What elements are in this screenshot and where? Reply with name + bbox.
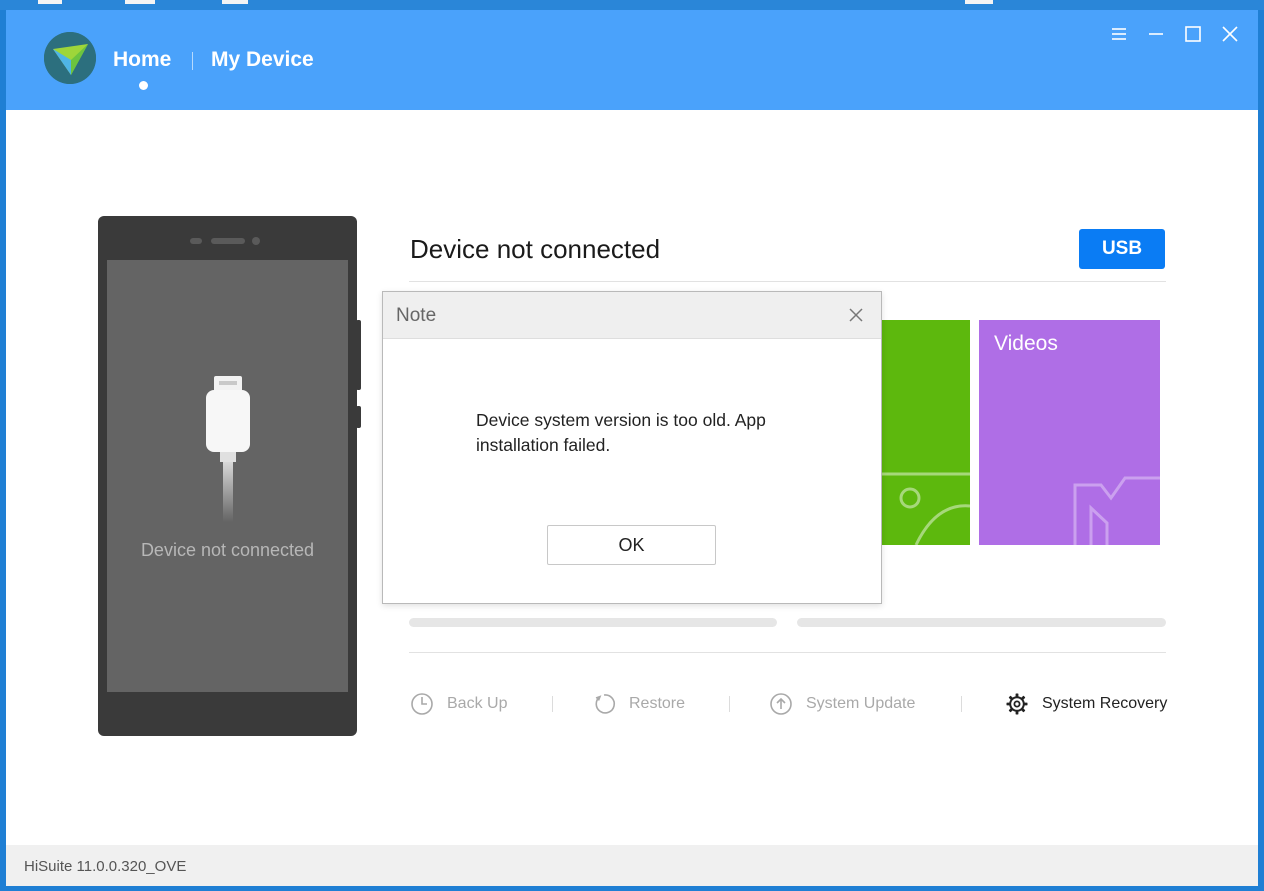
system-update-label: System Update	[806, 695, 916, 712]
desktop-item	[965, 0, 993, 4]
tab-home[interactable]: Home	[113, 48, 171, 72]
version-text: HiSuite 11.0.0.320_OVE	[24, 858, 187, 875]
desktop-item	[38, 0, 62, 4]
phone-illustration: Device not connected	[98, 216, 361, 736]
system-recovery-button[interactable]: System Recovery	[1005, 692, 1167, 716]
usb-cable-icon	[206, 376, 250, 522]
restore-label: Restore	[629, 695, 686, 712]
note-dialog: Note Device system version is too old. A…	[382, 291, 882, 604]
restore-icon	[595, 694, 616, 714]
desktop-background	[0, 0, 1264, 10]
backup-label: Back Up	[447, 695, 508, 712]
phone-speaker	[211, 238, 245, 244]
system-update-button[interactable]: System Update	[769, 692, 915, 716]
title-bar: Home My Device	[6, 10, 1258, 110]
desktop-item	[125, 0, 155, 4]
tile-videos[interactable]: Videos	[979, 320, 1160, 545]
menu-icon[interactable]	[1107, 22, 1131, 46]
tab-my-device[interactable]: My Device	[211, 48, 314, 72]
tile-photos[interactable]	[876, 320, 970, 545]
connection-status-title: Device not connected	[410, 234, 661, 264]
hisuite-window: Home My Device Device not connected Devi…	[6, 10, 1258, 886]
action-divider	[729, 696, 730, 712]
phone-camera	[252, 237, 260, 245]
backup-button[interactable]: Back Up	[410, 692, 507, 716]
nav-divider	[192, 52, 193, 70]
dialog-title: Note	[396, 305, 437, 326]
phone-sensor	[190, 238, 202, 244]
ok-button[interactable]: OK	[547, 525, 716, 565]
dialog-close-icon[interactable]	[846, 305, 866, 325]
gear-icon	[1006, 693, 1028, 715]
image-icon	[876, 472, 970, 545]
minimize-icon[interactable]	[1144, 22, 1168, 46]
usb-button[interactable]: USB	[1079, 229, 1165, 269]
restore-button[interactable]: Restore	[592, 692, 685, 716]
phone-side-button	[356, 320, 361, 390]
divider	[409, 281, 1166, 282]
maximize-icon[interactable]	[1181, 22, 1205, 46]
action-divider	[552, 696, 553, 712]
storage-bar	[797, 618, 1166, 627]
status-bar: HiSuite 11.0.0.320_OVE	[6, 845, 1258, 886]
desktop-item	[222, 0, 248, 4]
storage-bar	[409, 618, 777, 627]
system-recovery-label: System Recovery	[1042, 695, 1168, 712]
phone-screen: Device not connected	[107, 260, 348, 692]
phone-side-button	[356, 406, 361, 428]
action-divider	[961, 696, 962, 712]
dialog-message: Device system version is too old. App in…	[476, 410, 766, 455]
backup-icon	[411, 693, 433, 715]
hisuite-logo-icon	[44, 32, 96, 84]
close-icon[interactable]	[1218, 22, 1242, 46]
active-tab-indicator	[139, 81, 148, 90]
divider	[409, 652, 1166, 653]
video-icon	[1073, 476, 1160, 545]
system-update-icon	[770, 693, 792, 715]
phone-status-text: Device not connected	[140, 540, 315, 560]
dialog-header: Note	[383, 292, 881, 339]
